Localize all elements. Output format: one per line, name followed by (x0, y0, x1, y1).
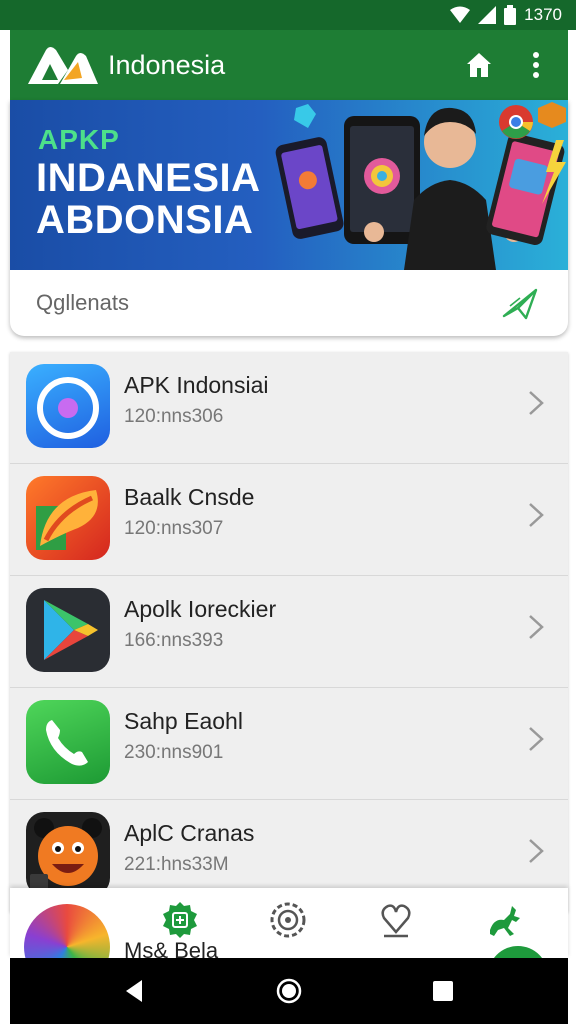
nav-home-badge-icon[interactable] (160, 900, 200, 940)
avatar[interactable] (24, 904, 110, 958)
hero-card: APKP INDANESIA ABDONSIA Qgllenats (10, 100, 568, 336)
browser-badge-illustration (499, 105, 533, 139)
bottom-navigation: Ms& Bela (10, 888, 568, 958)
app-name: AplC Cranas (124, 820, 255, 846)
app-list: APK Indonsiai 120:nns306 Baalk Cnsde 120… (10, 352, 568, 912)
search-row[interactable]: Qgllenats (10, 270, 568, 336)
banner-headline-1: INDANESIA (36, 156, 261, 200)
list-item[interactable]: Baalk Cnsde 120:nns307 (10, 464, 568, 576)
send-icon[interactable] (500, 286, 540, 322)
app-name: APK Indonsiai (124, 372, 269, 398)
chevron-right-icon (529, 503, 544, 527)
nav-label: Ms& Bela (124, 938, 219, 958)
app-meta: 120:nns306 (124, 406, 224, 427)
chevron-right-icon (529, 839, 544, 863)
app-meta: 230:nns901 (124, 742, 224, 763)
chevron-right-icon (529, 727, 544, 751)
home-circle-icon[interactable] (274, 976, 304, 1006)
list-item[interactable]: APK Indonsiai 120:nns306 (10, 352, 568, 464)
banner-illustration (275, 102, 566, 270)
cube-illustration (538, 102, 566, 128)
list-item[interactable]: Apolk Ioreckier 166:nns393 (10, 576, 568, 688)
status-time: 1370 (524, 5, 562, 24)
app-title: Indonesia (108, 49, 226, 80)
more-options-icon[interactable] (524, 50, 548, 80)
banner-brand: APKP (38, 124, 120, 155)
home-icon[interactable] (464, 50, 494, 80)
status-icons: 1370 (450, 5, 562, 25)
app-logo-icon (28, 47, 98, 84)
banner-headline-2: ABDONSIA (36, 198, 254, 242)
phone-illustration-center (344, 116, 420, 244)
camera-app-icon (26, 364, 110, 448)
phone-app-icon (26, 700, 110, 784)
deer-icon[interactable] (484, 900, 524, 940)
signal-icon (478, 6, 497, 24)
app-name: Baalk Cnsde (124, 484, 255, 510)
battery-icon (504, 5, 517, 25)
back-icon[interactable] (120, 976, 150, 1006)
list-item[interactable]: Sahp Eaohl 230:nns901 (10, 688, 568, 800)
app-name: Apolk Ioreckier (124, 596, 277, 622)
app-meta: 221:hns33M (124, 854, 229, 875)
gear-icon[interactable] (268, 900, 308, 940)
nav-indicator (488, 946, 548, 958)
wifi-icon (450, 6, 471, 23)
chevron-right-icon (529, 615, 544, 639)
app-bar: Indonesia (10, 30, 568, 100)
gem-illustration (294, 104, 316, 128)
chevron-right-icon (529, 391, 544, 415)
heart-icon[interactable] (376, 900, 416, 940)
recents-icon[interactable] (428, 976, 458, 1006)
app-meta: 166:nns393 (124, 630, 224, 651)
system-navigation-bar (10, 958, 568, 1024)
app-meta: 120:nns307 (124, 518, 224, 539)
play-store-icon (26, 588, 110, 672)
app-name: Sahp Eaohl (124, 708, 243, 734)
search-input[interactable]: Qgllenats (36, 290, 129, 316)
phone-illustration-left (275, 137, 344, 239)
promo-banner[interactable]: APKP INDANESIA ABDONSIA (10, 100, 568, 270)
status-bar: 1370 (0, 0, 576, 30)
brush-app-icon (26, 476, 110, 560)
emoji-app-icon (26, 812, 110, 896)
